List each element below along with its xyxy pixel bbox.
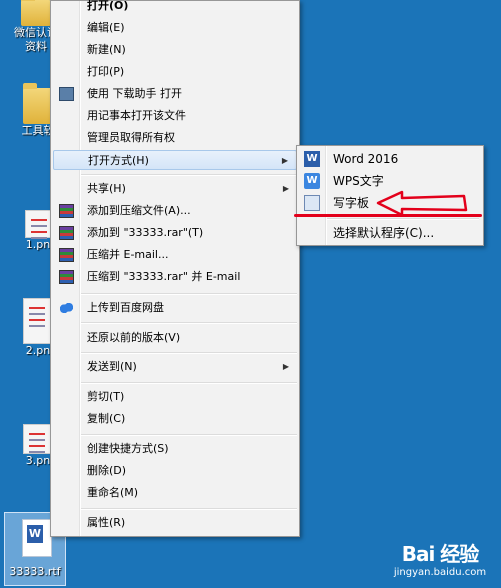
submenu-item-label: 选择默认程序(C)... [333,226,435,240]
menu-item-label: 编辑(E) [87,21,125,34]
image-thumbnail-icon [23,424,53,454]
menu-item-label: 压缩到 "33333.rar" 并 E-mail [87,270,241,283]
menu-item-compress-and-email[interactable]: 压缩并 E-mail... [53,245,297,265]
menu-item-copy[interactable]: 复制(C) [53,409,297,429]
submenu-item-wps-writer[interactable]: W WPS文字 [299,170,481,192]
wps-icon: W [304,173,320,189]
menu-item-rename[interactable]: 重命名(M) [53,483,297,503]
menu-item-label: 打开(O) [87,0,129,12]
menu-item-label: 压缩并 E-mail... [87,248,169,261]
menu-item-label: 创建快捷方式(S) [87,442,169,455]
menu-item-new[interactable]: 新建(N) [53,40,297,60]
menu-item-create-shortcut[interactable]: 创建快捷方式(S) [53,439,297,459]
menu-item-label: 用记事本打开该文件 [87,109,186,122]
menu-separator [81,508,297,510]
menu-item-print[interactable]: 打印(P) [53,62,297,82]
menu-item-upload-baidu-netdisk[interactable]: 上传到百度网盘 [53,298,297,318]
menu-separator [327,218,479,220]
menu-item-add-to-rar[interactable]: 添加到 "33333.rar"(T) [53,223,297,243]
menu-item-label: 使用 下载助手 打开 [87,87,182,100]
menu-item-label: 共享(H) [87,182,126,195]
menu-item-cut[interactable]: 剪切(T) [53,387,297,407]
annotation-arrow-icon [376,190,468,216]
submenu-arrow-icon: ▶ [282,184,289,193]
word-icon: W [27,525,43,543]
menu-item-label: 打开方式(H) [88,154,149,167]
menu-item-label: 发送到(N) [87,360,137,373]
winrar-icon [59,248,74,262]
menu-item-open-with[interactable]: 打开方式(H) ▶ [53,150,297,170]
menu-item-open[interactable]: 打开(O) [53,0,297,16]
folder-icon [21,0,51,26]
submenu-item-label: WPS文字 [333,174,384,188]
menu-item-restore-previous-versions[interactable]: 还原以前的版本(V) [53,328,297,348]
menu-item-label: 属性(R) [87,516,126,529]
submenu-item-choose-default-program[interactable]: 选择默认程序(C)... [299,222,481,244]
menu-item-label: 剪切(T) [87,390,125,403]
menu-separator [81,434,297,436]
download-helper-icon [59,87,74,101]
menu-item-label: 上传到百度网盘 [87,301,164,314]
winrar-icon [59,226,74,240]
menu-item-send-to[interactable]: 发送到(N) ▶ [53,357,297,377]
menu-item-add-to-archive[interactable]: 添加到压缩文件(A)... [53,201,297,221]
submenu-arrow-icon: ▶ [282,362,289,371]
menu-item-label: 复制(C) [87,412,126,425]
wordpad-icon [304,195,320,211]
rtf-document-icon: W [22,519,52,557]
menu-item-label: 重命名(M) [87,486,139,499]
menu-item-compress-to-rar-and-email[interactable]: 压缩到 "33333.rar" 并 E-mail [53,267,297,287]
menu-separator [81,322,297,324]
watermark-logo: Bai 经验 [401,542,480,566]
menu-item-label: 打印(P) [87,65,125,78]
desktop-icon-label: 33333.rtf [9,565,61,578]
menu-item-label: 新建(N) [87,43,126,56]
winrar-icon [59,270,74,284]
watermark-url: jingyan.baidu.com [393,567,487,578]
submenu-item-label: Word 2016 [333,152,399,166]
baidu-netdisk-icon [59,301,74,315]
menu-separator [81,174,297,176]
image-thumbnail-icon [25,210,51,238]
submenu-item-label: 写字板 [333,196,370,210]
menu-item-take-ownership[interactable]: 管理员取得所有权 [53,128,297,148]
menu-item-edit[interactable]: 编辑(E) [53,18,297,38]
menu-separator [81,293,297,295]
menu-item-label: 添加到压缩文件(A)... [87,204,191,217]
menu-item-label: 删除(D) [87,464,127,477]
menu-item-open-with-download-helper[interactable]: 使用 下载助手 打开 [53,84,297,104]
baidu-jingyan-watermark: Bai 经验 jingyan.baidu.com [380,538,500,586]
menu-item-properties[interactable]: 属性(R) [53,513,297,533]
submenu-item-word-2016[interactable]: W Word 2016 [299,148,481,170]
menu-item-delete[interactable]: 删除(D) [53,461,297,481]
menu-separator [81,352,297,354]
menu-item-label: 添加到 "33333.rar"(T) [87,226,204,239]
menu-item-label: 还原以前的版本(V) [87,331,181,344]
folder-icon [23,83,53,124]
menu-item-label: 管理员取得所有权 [87,131,175,144]
image-thumbnail-icon [23,298,53,344]
menu-item-share[interactable]: 共享(H) ▶ [53,179,297,199]
context-menu: 打开(O) 编辑(E) 新建(N) 打印(P) 使用 下载助手 打开 用记事本打… [50,0,300,537]
menu-separator [81,382,297,384]
menu-item-open-with-notepad[interactable]: 用记事本打开该文件 [53,106,297,126]
winrar-icon [59,204,74,218]
word-icon: W [304,151,320,167]
submenu-arrow-icon: ▶ [281,156,288,165]
